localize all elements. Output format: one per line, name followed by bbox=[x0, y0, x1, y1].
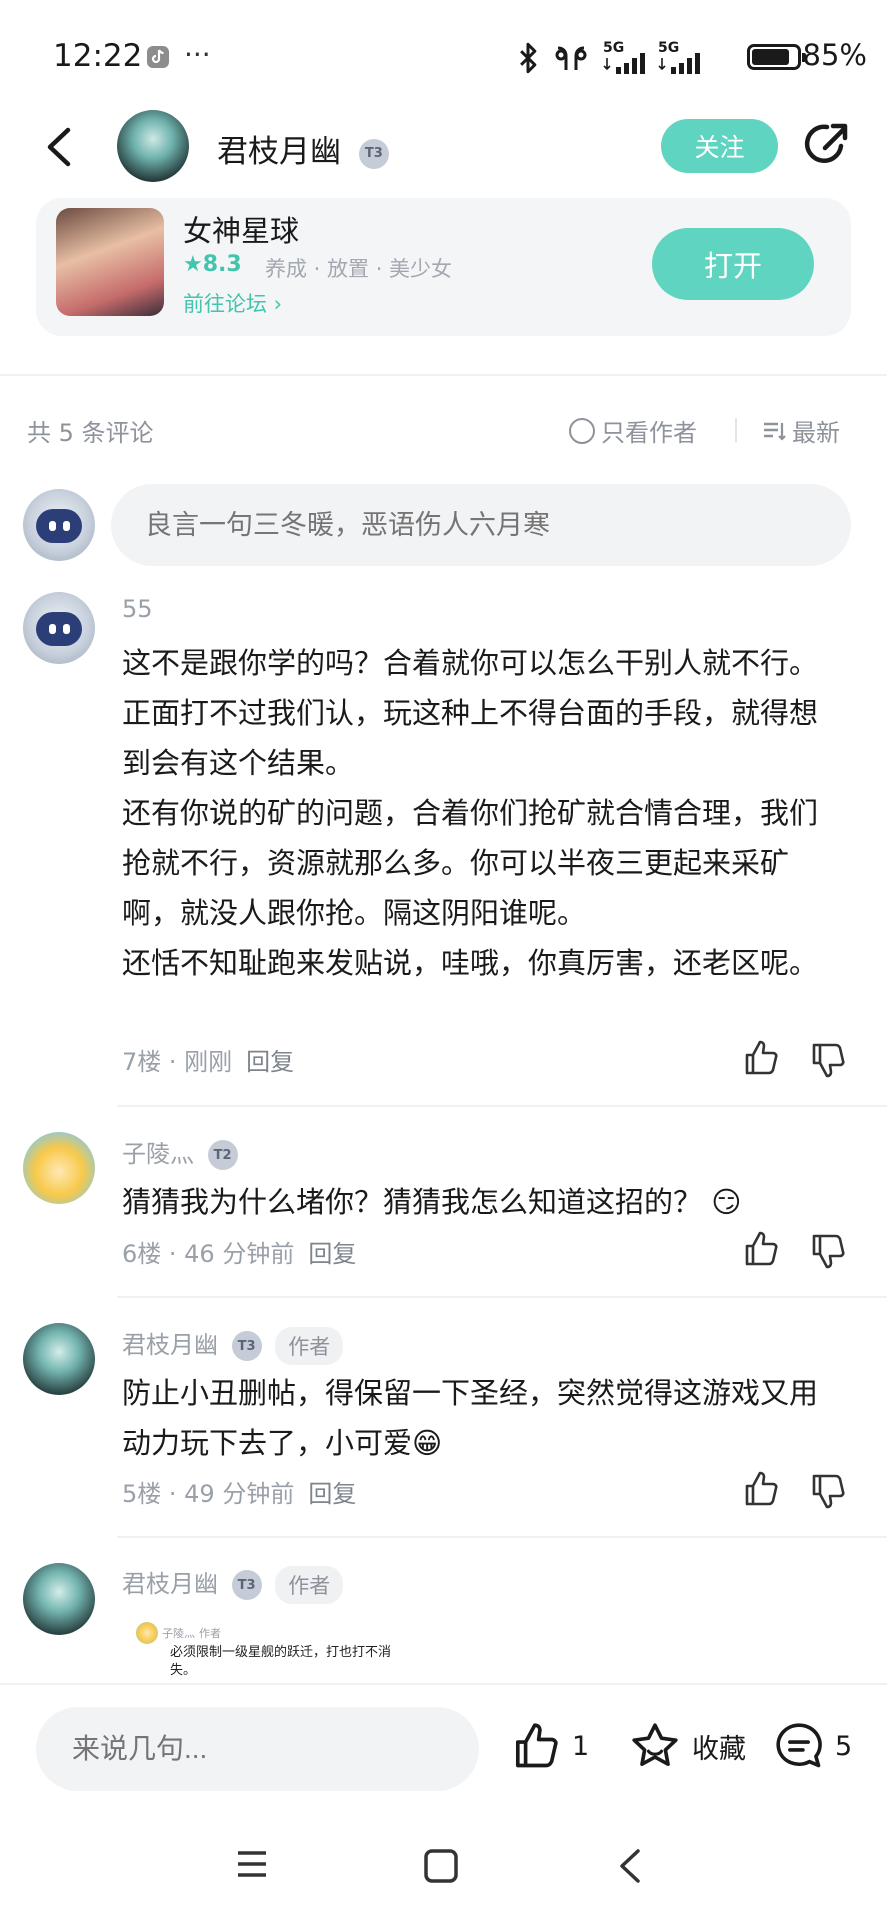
like-icon[interactable] bbox=[741, 1469, 781, 1509]
level-badge-icon: T3 bbox=[231, 1331, 262, 1361]
quoted-screenshot[interactable]: 子陵灬 作者 必须限制一级星舰的跃迁，打也打不消失。 bbox=[136, 1622, 446, 1688]
sort-label: 最新 bbox=[792, 419, 840, 447]
favorite-button[interactable]: 收藏 bbox=[628, 1720, 746, 1772]
sort-lines-icon bbox=[764, 422, 786, 441]
comment-divider bbox=[117, 1296, 887, 1298]
comment-body: 防止小丑删帖，得保留一下圣经，突然觉得这游戏又用动力玩下去了，小可爱 bbox=[122, 1376, 819, 1460]
comment-bubble-icon bbox=[776, 1723, 822, 1768]
like-icon[interactable] bbox=[741, 1229, 781, 1269]
status-time: 12:22 bbox=[53, 38, 143, 74]
game-name: 女神星球 bbox=[183, 214, 300, 248]
comment-text: 猜猜我为什么堵你？猜猜我怎么知道这招的？ 😏 bbox=[122, 1177, 842, 1227]
back-nav-icon[interactable] bbox=[616, 1848, 644, 1884]
commenter-name-row[interactable]: 君枝月幽 T3 作者 bbox=[122, 1564, 344, 1604]
comment-text: 防止小丑删帖，得保留一下圣经，突然觉得这游戏又用动力玩下去了，小可爱😁 bbox=[122, 1368, 842, 1468]
comment-body: 猜猜我为什么堵你？猜猜我怎么知道这招的？ bbox=[122, 1185, 703, 1219]
game-tags: 养成 · 放置 · 美少女 bbox=[265, 257, 453, 281]
favorite-label: 收藏 bbox=[692, 1733, 746, 1765]
like-post-button[interactable]: 1 bbox=[510, 1720, 589, 1772]
author-name-row[interactable]: 君枝月幽 T3 bbox=[217, 126, 389, 171]
floor-time: 6楼 · 46 分钟前 bbox=[122, 1240, 295, 1268]
home-icon[interactable] bbox=[423, 1848, 459, 1884]
floor-time: 7楼 · 刚刚 bbox=[122, 1048, 233, 1076]
comment-meta: 6楼 · 46 分钟前 回复 bbox=[122, 1234, 356, 1269]
reply-button[interactable]: 回复 bbox=[246, 1048, 294, 1076]
commenter-name[interactable]: 55 bbox=[122, 595, 153, 623]
earbuds-icon bbox=[555, 46, 587, 70]
like-count: 1 bbox=[572, 1730, 590, 1762]
open-game-button[interactable]: 打开 bbox=[652, 228, 814, 300]
my-avatar bbox=[23, 489, 95, 561]
battery-percent: 85% bbox=[802, 38, 867, 72]
only-author-label: 只看作者 bbox=[601, 419, 697, 447]
section-divider bbox=[0, 374, 887, 376]
floor-time: 5楼 · 49 分钟前 bbox=[122, 1480, 295, 1508]
comment-count: 共 5 条评论 bbox=[27, 419, 154, 447]
star-icon bbox=[632, 1723, 678, 1767]
like-post-icon bbox=[515, 1723, 558, 1768]
more-notifications-icon: ··· bbox=[184, 38, 211, 71]
commenter-avatar[interactable] bbox=[23, 1563, 95, 1635]
author-name: 君枝月幽 bbox=[217, 134, 341, 170]
reply-input[interactable] bbox=[36, 1707, 479, 1791]
grin-emoji: 😁 bbox=[412, 1426, 443, 1460]
quote-avatar bbox=[136, 1622, 158, 1644]
game-icon-image[interactable] bbox=[56, 208, 164, 316]
commenter-name-row[interactable]: 君枝月幽 T3 作者 bbox=[122, 1325, 344, 1365]
reply-button[interactable]: 回复 bbox=[308, 1240, 356, 1268]
comment-count-bottom: 5 bbox=[835, 1730, 853, 1762]
comment-paragraph: 这不是跟你学的吗？合着就你可以怎么干别人就不行。正面打不过我们认，玩这种上不得台… bbox=[122, 646, 819, 780]
radio-circle-icon bbox=[569, 417, 595, 444]
level-badge-icon: T3 bbox=[358, 138, 389, 169]
quote-user: 子陵灬 bbox=[162, 1627, 195, 1640]
menu-icon[interactable] bbox=[236, 1848, 268, 1880]
back-arrow-icon[interactable] bbox=[40, 122, 80, 172]
author-avatar[interactable] bbox=[117, 110, 189, 182]
author-badge: 作者 bbox=[275, 1566, 344, 1604]
comment-divider bbox=[117, 1105, 887, 1107]
quote-badge: 作者 bbox=[199, 1627, 221, 1640]
commenter-avatar[interactable] bbox=[23, 1132, 95, 1204]
level-badge-icon: T2 bbox=[207, 1140, 238, 1170]
forum-link[interactable]: 前往论坛 › bbox=[183, 288, 282, 318]
signal-icon-1 bbox=[603, 53, 645, 74]
quote-text: 必须限制一级星舰的跃迁，打也打不消失。 bbox=[170, 1645, 392, 1678]
follow-button[interactable]: 关注 bbox=[661, 119, 778, 173]
bluetooth-icon bbox=[520, 42, 537, 74]
commenter-name-row[interactable]: 子陵灬 T2 bbox=[122, 1134, 238, 1170]
dislike-icon[interactable] bbox=[808, 1040, 848, 1080]
tiktok-notification-icon bbox=[147, 46, 169, 68]
signal-icon-2 bbox=[658, 53, 700, 74]
comment-meta: 7楼 · 刚刚 回复 bbox=[122, 1042, 294, 1077]
author-badge: 作者 bbox=[275, 1327, 344, 1365]
comment-text: 这不是跟你学的吗？合着就你可以怎么干别人就不行。正面打不过我们认，玩这种上不得台… bbox=[122, 638, 842, 988]
sort-toggle[interactable]: 最新 bbox=[762, 413, 840, 448]
bottom-bar-divider bbox=[0, 1683, 887, 1685]
comment-input[interactable] bbox=[111, 484, 851, 566]
dislike-icon[interactable] bbox=[808, 1471, 848, 1511]
comment-paragraph: 还恬不知耻跑来发贴说，哇哦，你真厉害，还老区呢。 bbox=[122, 946, 819, 980]
comment-meta: 5楼 · 49 分钟前 回复 bbox=[122, 1474, 356, 1509]
commenter-name: 君枝月幽 bbox=[122, 1570, 218, 1598]
like-icon[interactable] bbox=[741, 1038, 781, 1078]
battery-icon bbox=[747, 44, 806, 70]
only-author-toggle[interactable]: 只看作者 bbox=[569, 413, 697, 448]
commenter-name: 君枝月幽 bbox=[122, 1331, 218, 1359]
commenter-name: 子陵灬 bbox=[122, 1140, 194, 1168]
status-bar: 12:22 ··· 5G 5G 85% bbox=[0, 0, 887, 110]
game-rating: ★8.3 bbox=[183, 252, 242, 277]
commenter-avatar[interactable] bbox=[23, 592, 95, 664]
level-badge-icon: T3 bbox=[231, 1570, 262, 1600]
reply-button[interactable]: 回复 bbox=[308, 1480, 356, 1508]
comment-paragraph: 还有你说的矿的问题，合着你们抢矿就合情合理，我们抢就不行，资源就那么多。你可以半… bbox=[122, 796, 819, 930]
filter-divider bbox=[735, 418, 737, 442]
commenter-avatar[interactable] bbox=[23, 1323, 95, 1395]
share-icon[interactable] bbox=[801, 118, 851, 170]
dislike-icon[interactable] bbox=[808, 1231, 848, 1271]
comment-divider bbox=[117, 1536, 887, 1538]
comments-button[interactable]: 5 bbox=[773, 1720, 852, 1772]
smirk-emoji: 😏 bbox=[711, 1185, 742, 1219]
